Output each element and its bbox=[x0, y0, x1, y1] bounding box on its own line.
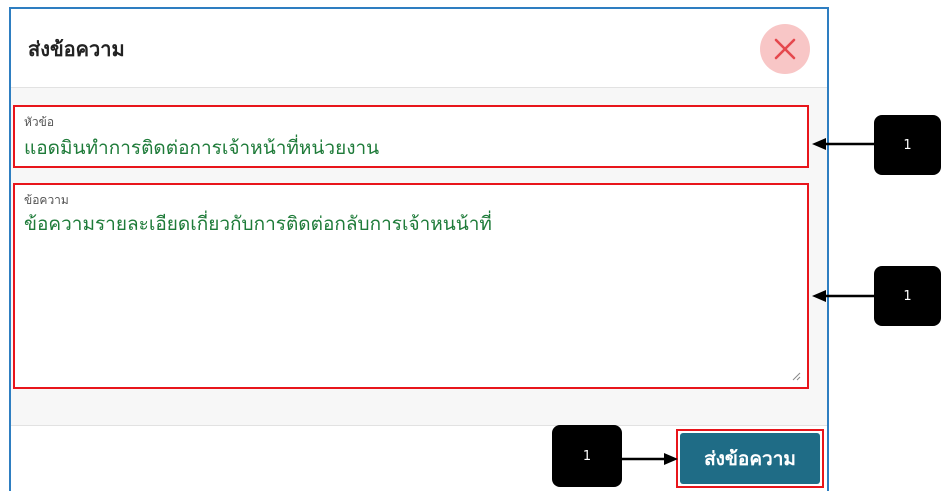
close-x-icon bbox=[774, 38, 796, 60]
message-field[interactable]: ข้อความ ข้อความรายละเอียดเกี่ยวกับการติด… bbox=[13, 183, 809, 389]
send-message-button-label[interactable]: ส่งข้อความ bbox=[680, 433, 820, 484]
modal-title: ส่งข้อความ bbox=[28, 37, 125, 61]
send-message-button[interactable]: ส่งข้อความ bbox=[676, 429, 824, 488]
callout-subject: 1 bbox=[874, 115, 941, 175]
subject-input[interactable]: แอดมินทำการติดต่อการเจ้าหน้าที่หน่วยงาน bbox=[24, 133, 379, 163]
subject-label: หัวข้อ bbox=[24, 115, 55, 129]
page: ส่งข้อความ หัวข้อ แอดมินทำการติดต่อการเจ… bbox=[0, 0, 942, 491]
resize-handle-icon[interactable] bbox=[791, 371, 801, 381]
callout-message: 1 bbox=[874, 266, 941, 326]
arrow-right-icon bbox=[622, 453, 678, 465]
arrow-left-icon bbox=[812, 290, 874, 302]
arrow-left-icon bbox=[812, 138, 874, 150]
modal-header: ส่งข้อความ bbox=[11, 9, 827, 88]
message-textarea[interactable]: ข้อความรายละเอียดเกี่ยวกับการติดต่อกลับก… bbox=[24, 209, 492, 239]
subject-field[interactable]: หัวข้อ แอดมินทำการติดต่อการเจ้าหน้าที่หน… bbox=[13, 105, 809, 168]
close-button[interactable] bbox=[760, 24, 810, 74]
message-label: ข้อความ bbox=[24, 193, 69, 207]
callout-send: 1 bbox=[552, 425, 622, 487]
